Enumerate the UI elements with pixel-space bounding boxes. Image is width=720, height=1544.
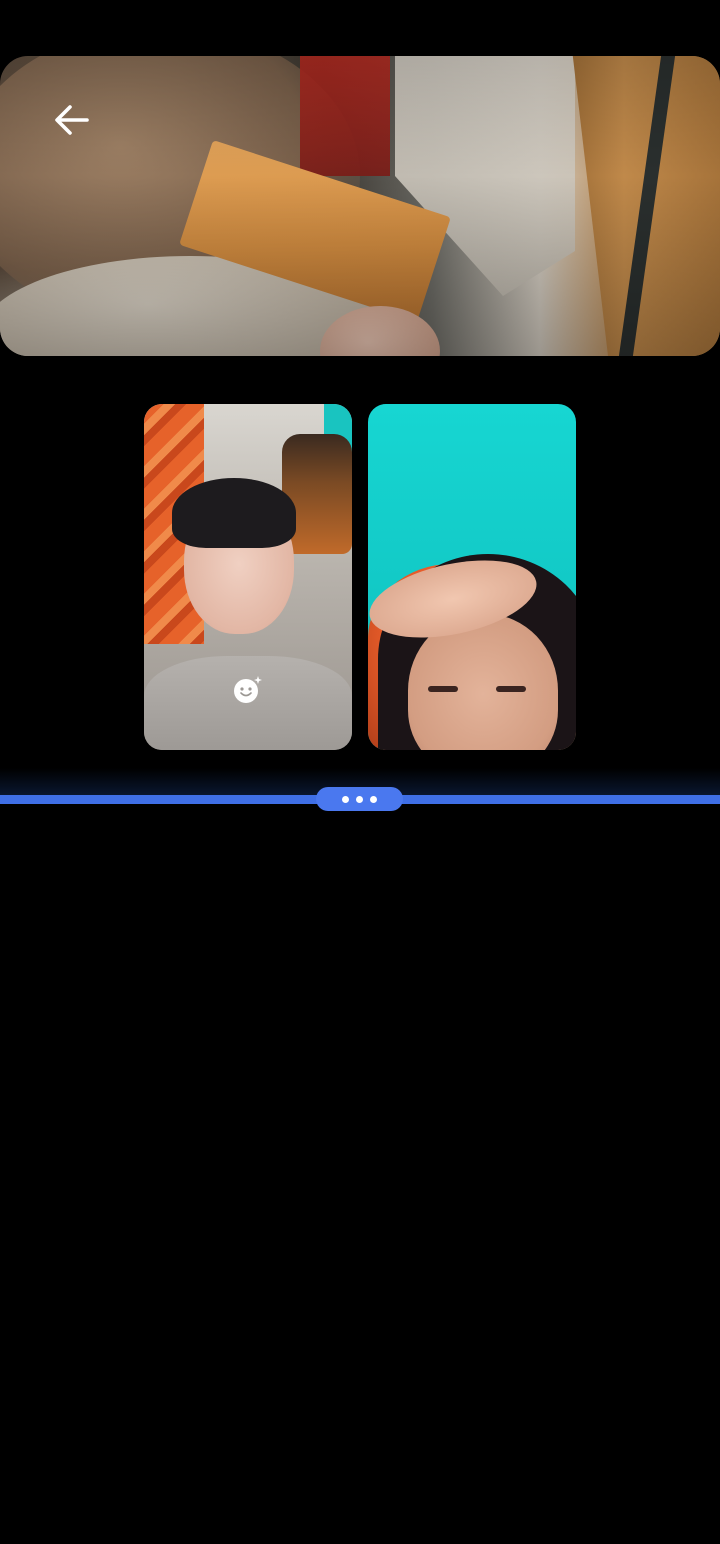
video-call-screen [0,0,720,1544]
participant-tile-2[interactable] [368,404,576,750]
tile-2-eye-right [496,686,526,692]
tile-2-eye-left [428,686,458,692]
more-horizontal-icon [342,795,349,803]
more-horizontal-icon [370,795,377,803]
arrow-left-icon [55,105,89,135]
smiley-sparkle-icon [234,676,262,703]
tile-1-hair [172,478,296,548]
video-frame-shade [0,56,720,356]
participant-tile-1[interactable] [144,404,352,750]
more-horizontal-icon [356,795,363,803]
drag-handle[interactable] [316,787,403,811]
shared-video-player[interactable] [0,56,720,356]
back-button[interactable] [44,92,100,148]
